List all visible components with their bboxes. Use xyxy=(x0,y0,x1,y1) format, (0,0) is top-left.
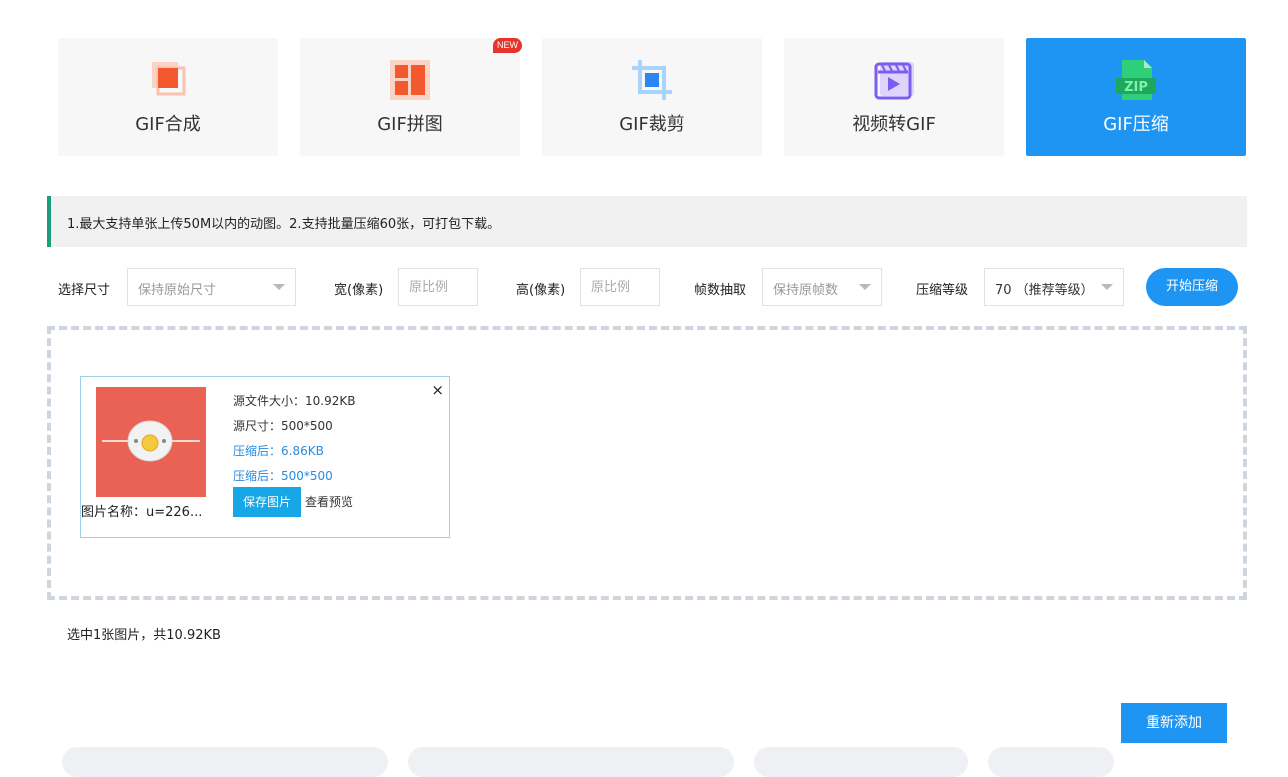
tab-gif-collage[interactable]: GIF拼图 NEW xyxy=(300,38,522,156)
selection-summary: 选中1张图片，共10.92KB xyxy=(67,628,221,643)
preview-link[interactable]: 查看预览 xyxy=(305,493,353,510)
puzzle-grid-icon xyxy=(388,58,432,102)
new-badge: NEW xyxy=(493,38,522,53)
width-label: 宽(像素) xyxy=(334,283,384,298)
height-label: 高(像素) xyxy=(516,283,566,298)
bottom-pill xyxy=(988,747,1114,777)
zip-file-icon: ZIP xyxy=(1114,58,1158,102)
file-name: 图片名称：u=226... xyxy=(81,505,203,520)
frame-select[interactable]: 保持原帧数 xyxy=(762,268,882,306)
tab-video-to-gif[interactable]: 视频转GIF xyxy=(784,38,1004,156)
tab-label: 视频转GIF xyxy=(852,114,936,135)
tab-gif-compress[interactable]: ZIP GIF压缩 xyxy=(1026,38,1246,156)
chevron-down-icon xyxy=(859,284,871,290)
frame-label: 帧数抽取 xyxy=(694,283,747,298)
svg-text:ZIP: ZIP xyxy=(1124,80,1148,95)
width-input[interactable] xyxy=(398,268,478,306)
tab-label: GIF拼图 xyxy=(377,114,443,135)
options-row: 选择尺寸 保持原始尺寸 宽(像素) 高(像素) 帧数抽取 保持原帧数 压缩等级 … xyxy=(0,268,1288,306)
crop-icon xyxy=(630,58,674,102)
compressed-size: 压缩后：6.86KB xyxy=(233,444,324,458)
bottom-pill xyxy=(754,747,968,777)
file-thumbnail xyxy=(96,387,206,497)
bottom-pill xyxy=(408,747,734,777)
level-select-value: 70 （推荐等级） xyxy=(995,283,1094,298)
start-compress-button[interactable]: 开始压缩 xyxy=(1146,268,1238,306)
tool-tabs: GIF合成 GIF拼图 NEW GIF裁剪 视频转GIF ZIP GIF压缩 xyxy=(58,38,1246,156)
source-size: 源文件大小：10.92KB xyxy=(233,394,356,408)
chevron-down-icon xyxy=(1101,284,1113,290)
close-icon[interactable]: × xyxy=(431,381,444,399)
tab-label: GIF合成 xyxy=(135,114,201,135)
tab-gif-crop[interactable]: GIF裁剪 xyxy=(542,38,762,156)
level-label: 压缩等级 xyxy=(916,283,969,298)
notice-bar: 1.最大支持单张上传50M以内的动图。2.支持批量压缩60张，可打包下载。 xyxy=(47,196,1247,247)
chevron-down-icon xyxy=(273,284,285,290)
file-card: × 源文件大小：10.92KB 源尺寸：500*500 压缩后：6.86KB 压… xyxy=(80,376,450,538)
compressed-dimensions: 压缩后：500*500 xyxy=(233,469,333,483)
size-select-value: 保持原始尺寸 xyxy=(138,283,217,298)
tab-label: GIF压缩 xyxy=(1103,114,1169,135)
tab-label: GIF裁剪 xyxy=(619,114,685,135)
save-image-button[interactable]: 保存图片 xyxy=(233,487,301,517)
source-dimensions: 源尺寸：500*500 xyxy=(233,419,333,433)
layers-icon xyxy=(146,58,190,102)
size-label: 选择尺寸 xyxy=(58,283,111,298)
notice-text: 1.最大支持单张上传50M以内的动图。2.支持批量压缩60张，可打包下载。 xyxy=(67,217,501,232)
level-select[interactable]: 70 （推荐等级） xyxy=(984,268,1124,306)
height-input[interactable] xyxy=(580,268,660,306)
readd-button[interactable]: 重新添加 xyxy=(1121,703,1227,743)
frame-select-value: 保持原帧数 xyxy=(773,283,839,298)
tab-gif-merge[interactable]: GIF合成 xyxy=(58,38,278,156)
bottom-pill xyxy=(62,747,388,777)
video-icon xyxy=(872,58,916,102)
size-select[interactable]: 保持原始尺寸 xyxy=(127,268,296,306)
